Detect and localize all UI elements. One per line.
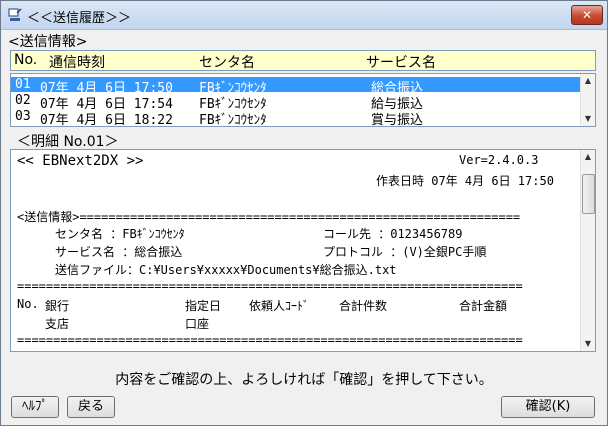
row-service: 賞与振込 (371, 113, 424, 127)
col-account: 口座 (185, 317, 210, 331)
app-icon (8, 8, 22, 21)
list-scrollbar[interactable]: ▲ ▼ (580, 74, 595, 126)
header-datetime: 通信時刻 (49, 55, 105, 71)
call-target: コール先 ：0123456789 (323, 227, 463, 241)
scroll-up-icon[interactable]: ▲ (583, 76, 593, 86)
scroll-down-icon[interactable]: ▼ (583, 339, 593, 349)
col-date: 指定日 (185, 299, 222, 313)
version-text: Ver=2.4.0.3 (459, 153, 539, 167)
col-bank: 銀行 (45, 299, 70, 313)
help-button[interactable]: ﾍﾙﾌﾟ (11, 396, 59, 418)
col-count: 合計件数 (339, 299, 388, 313)
scroll-thumb[interactable] (582, 174, 595, 214)
created-datetime: 作表日時 07年 4月 6日 17:50 (376, 174, 554, 188)
center-name: センタ名 ：FBｷﾞﾝｺｳｾﾝﾀ (55, 227, 185, 241)
send-history-window: ＜＜送信履歴＞＞ ✕ <送信情報> No. 通信時刻 センタ名 サービス名 01… (0, 0, 608, 426)
col-no: No. (17, 297, 39, 311)
col-branch: 支店 (45, 317, 70, 331)
confirm-message: 内容をご確認の上、よろしければ「確認」を押して下さい。 (115, 372, 493, 388)
row-no: 03 (15, 109, 31, 124)
back-button[interactable]: 戻る (67, 396, 115, 418)
list-item[interactable]: 03 07年 4月 6日 18:22 FBｷﾞﾝｺｳｾﾝﾀ 賞与振込 (11, 109, 581, 127)
col-amount: 合計金額 (459, 299, 508, 313)
row-no: 02 (15, 93, 31, 108)
column-header-row2: 支店 口座 (17, 315, 577, 331)
close-icon: ✕ (581, 8, 593, 22)
send-file: 送信ファイル：C:¥Users¥xxxxx¥Documents¥総合振込.txt (55, 263, 397, 277)
send-info-label: <送信情報> (8, 34, 88, 50)
close-button[interactable]: ✕ (571, 5, 603, 25)
list-item[interactable]: 01 07年 4月 6日 17:50 FBｷﾞﾝｺｳｾﾝﾀ 総合振込 (11, 77, 581, 96)
list-header: No. 通信時刻 センタ名 サービス名 (10, 50, 596, 71)
row-center: FBｷﾞﾝｺｳｾﾝﾀ (199, 113, 267, 127)
detail-label: ＜明細 No.01＞ (17, 134, 119, 150)
header-no: No. (14, 52, 38, 68)
header-service: サービス名 (366, 55, 436, 71)
section-header: <送信情報>==================================… (17, 210, 521, 224)
history-list[interactable]: 01 07年 4月 6日 17:50 FBｷﾞﾝｺｳｾﾝﾀ 総合振込 02 07… (10, 73, 596, 127)
title-bar: ＜＜送信履歴＞＞ ✕ (1, 1, 607, 30)
column-header-row1: No. 銀行 指定日 依頼人ｺｰﾄﾞ 合計件数 合計金額 (17, 297, 577, 313)
header-center: センタ名 (199, 55, 255, 71)
protocol: プロトコル ：(V)全銀PC手順 (323, 245, 487, 259)
list-item[interactable]: 02 07年 4月 6日 17:54 FBｷﾞﾝｺｳｾﾝﾀ 給与振込 (11, 93, 581, 112)
detail-scrollbar[interactable]: ▲ ▼ (580, 150, 595, 351)
service-name: サービス名 ：総合振込 (55, 245, 183, 259)
scroll-up-icon[interactable]: ▲ (583, 152, 593, 162)
detail-panel[interactable]: << EBNext2DX >> Ver=2.4.0.3 作表日時 07年 4月 … (10, 149, 596, 352)
report-title: << EBNext2DX >> (17, 153, 144, 169)
scroll-down-icon[interactable]: ▼ (583, 114, 593, 124)
row-datetime: 07年 4月 6日 18:22 (40, 113, 173, 127)
separator-line: ========================================… (17, 279, 523, 293)
confirm-button[interactable]: 確認(K) (501, 396, 595, 418)
window-title: ＜＜送信履歴＞＞ (27, 11, 132, 26)
separator-line: ========================================… (17, 333, 523, 347)
col-requester: 依頼人ｺｰﾄﾞ (249, 299, 310, 313)
row-no: 01 (15, 77, 31, 92)
